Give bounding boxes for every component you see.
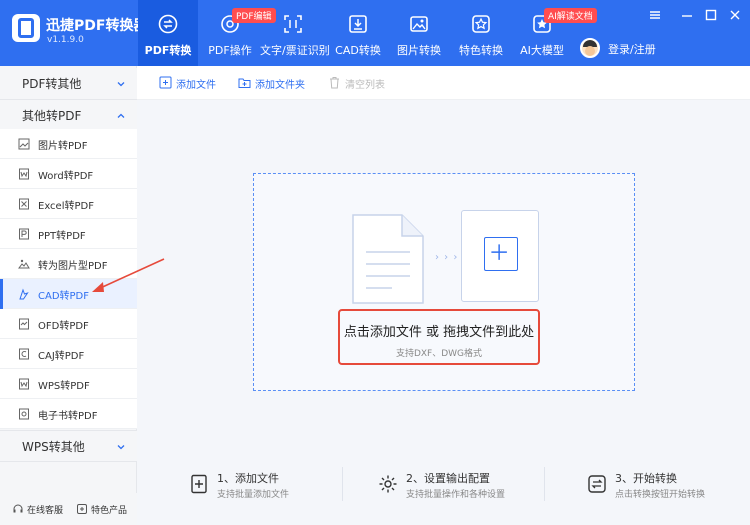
app-logo-icon bbox=[12, 14, 40, 42]
nav-pdf-convert[interactable]: PDF转换 bbox=[138, 0, 198, 66]
cad-file-icon bbox=[19, 288, 29, 300]
toolbar: 添加文件 添加文件夹 清空列表 bbox=[137, 66, 750, 100]
nav-featured-convert[interactable]: 特色转换 bbox=[454, 0, 508, 66]
add-file-icon bbox=[159, 76, 172, 89]
arrow-right-icon: › › › bbox=[435, 252, 459, 263]
word-file-icon bbox=[19, 168, 29, 180]
sidebar-item-caj-to-pdf[interactable]: CAJ转PDF bbox=[0, 339, 137, 369]
add-file-step-icon bbox=[191, 474, 207, 494]
ofd-file-icon bbox=[19, 318, 29, 330]
sidebar-footer: 在线客服 特色产品 bbox=[0, 493, 137, 525]
file-dropzone[interactable]: › › › 点击添加文件 或 拖拽文件到此处 支持DXF、DWG格式 bbox=[253, 173, 635, 391]
image-file-icon bbox=[18, 138, 30, 150]
sidebar-item-image-to-pdf[interactable]: 图片转PDF bbox=[0, 129, 137, 159]
wps-file-icon bbox=[19, 378, 29, 390]
minimize-icon[interactable] bbox=[680, 8, 694, 22]
headset-icon bbox=[13, 504, 23, 513]
nav-image-convert[interactable]: 图片转换 bbox=[392, 0, 446, 66]
grid-icon bbox=[77, 504, 87, 514]
sidebar-group-wps-to-other[interactable]: WPS转其他 bbox=[0, 430, 137, 462]
image-icon bbox=[410, 16, 428, 32]
nav-badge-ai-doc: AI解读文档 bbox=[544, 8, 597, 23]
step-divider bbox=[544, 467, 545, 501]
highlight-box: 点击添加文件 或 拖拽文件到此处 支持DXF、DWG格式 bbox=[338, 309, 540, 365]
excel-file-icon bbox=[19, 198, 29, 210]
main-panel: › › › 点击添加文件 或 拖拽文件到此处 支持DXF、DWG格式 1、添加文… bbox=[137, 100, 750, 525]
ebook-file-icon bbox=[19, 408, 29, 420]
dropzone-title: 点击添加文件 或 拖拽文件到此处 bbox=[343, 325, 535, 340]
app-version: v1.1.9.0 bbox=[47, 35, 84, 45]
caj-file-icon bbox=[19, 348, 29, 360]
sidebar-item-excel-to-pdf[interactable]: Excel转PDF bbox=[0, 189, 137, 219]
sidebar-item-image-pdf[interactable]: 转为图片型PDF bbox=[0, 249, 137, 279]
sidebar-group-other-to-pdf[interactable]: 其他转PDF bbox=[0, 100, 137, 132]
avatar bbox=[580, 38, 600, 58]
nav-badge-pdf-edit: PDF编辑 bbox=[232, 8, 276, 23]
gear-icon bbox=[379, 475, 397, 493]
sidebar-item-ebook-to-pdf[interactable]: 电子书转PDF bbox=[0, 399, 137, 429]
close-icon[interactable] bbox=[728, 8, 742, 22]
dropzone-subtitle: 支持DXF、DWG格式 bbox=[395, 349, 483, 359]
star-icon bbox=[472, 15, 490, 33]
plus-icon bbox=[484, 237, 518, 271]
document-illustration-icon bbox=[352, 214, 424, 304]
scan-icon bbox=[284, 15, 302, 33]
add-card[interactable] bbox=[461, 210, 539, 302]
chevron-up-icon bbox=[117, 113, 125, 118]
sidebar: PDF转其他 其他转PDF 图片转PDF Word转PDF Excel转PDF … bbox=[0, 66, 137, 525]
ppt-file-icon bbox=[19, 228, 29, 240]
app-title: 迅捷PDF转换器 bbox=[46, 18, 148, 34]
step-divider bbox=[342, 467, 343, 501]
maximize-icon[interactable] bbox=[704, 8, 718, 22]
sidebar-item-ppt-to-pdf[interactable]: PPT转PDF bbox=[0, 219, 137, 249]
sidebar-item-cad-to-pdf[interactable]: CAD转PDF bbox=[0, 279, 137, 309]
nav-cad-convert[interactable]: CAD转换 bbox=[332, 0, 384, 66]
add-folder-icon bbox=[238, 78, 251, 88]
sidebar-item-wps-to-pdf[interactable]: WPS转PDF bbox=[0, 369, 137, 399]
menu-icon[interactable] bbox=[648, 8, 662, 22]
sidebar-group-pdf-to-other[interactable]: PDF转其他 bbox=[0, 68, 137, 100]
chevron-down-icon bbox=[117, 445, 125, 450]
sidebar-item-word-to-pdf[interactable]: Word转PDF bbox=[0, 159, 137, 189]
sidebar-item-ofd-to-pdf[interactable]: OFD转PDF bbox=[0, 309, 137, 339]
chevron-down-icon bbox=[117, 82, 125, 87]
title-bar: 迅捷PDF转换器 v1.1.9.0 PDF转换 PDF操作 PDF编辑 文字/票… bbox=[0, 0, 750, 66]
image-pdf-icon bbox=[18, 259, 30, 269]
convert-icon bbox=[158, 14, 178, 34]
trash-icon bbox=[330, 77, 339, 89]
convert-step-icon bbox=[588, 475, 606, 493]
cad-icon bbox=[349, 15, 367, 33]
